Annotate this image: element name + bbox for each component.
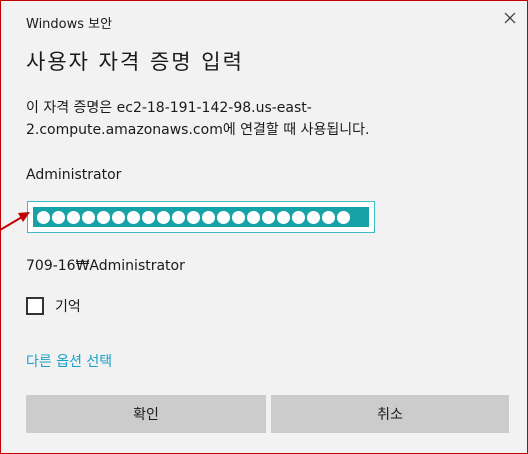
remember-checkbox[interactable] [26,297,44,315]
arrow-right-icon [0,212,30,231]
password-mask-dot [247,210,260,224]
password-mask-dot [82,210,95,224]
ok-button[interactable]: 확인 [26,395,266,433]
password-mask-dot [337,210,350,224]
remember-option[interactable]: 기억 [26,296,81,316]
password-mask-dot [112,210,125,224]
password-mask-dot [142,210,155,224]
password-mask-dot [157,210,170,224]
password-mask-dot [307,210,320,224]
password-mask-dot [202,210,215,224]
connection-description: 이 자격 증명은 ec2-18-191-142-98.us-east-2.com… [26,100,370,138]
close-button[interactable] [499,7,521,29]
close-icon [504,12,516,24]
password-mask-dot [322,210,335,224]
password-mask-dot [172,210,185,224]
password-mask-dot [67,210,80,224]
password-mask-dot [97,210,110,224]
password-mask-dot [37,210,50,224]
window-title: Windows 보안 [26,17,113,32]
password-input[interactable] [27,201,375,233]
password-mask-dot [127,210,140,224]
password-mask-dot [217,210,230,224]
title-bar: Windows 보안 [1,1,527,37]
password-selected-text [33,207,369,227]
password-mask-dot [232,210,245,224]
credential-dialog: Windows 보안 사용자 자격 증명 입력 이 자격 증명은 ec2-18-… [0,0,528,454]
password-mask-dot [187,210,200,224]
password-mask-dot [292,210,305,224]
more-options-link[interactable]: 다른 옵션 선택 [26,351,112,371]
domain-user-label: 709-16₩Administrator [26,258,185,274]
password-mask-dot [262,210,275,224]
dialog-heading: 사용자 자격 증명 입력 [26,50,244,74]
password-mask-dot [277,210,290,224]
remember-label: 기억 [55,299,81,315]
password-mask-dot [52,210,65,224]
username-label: Administrator [26,167,122,183]
cancel-button[interactable]: 취소 [271,395,509,433]
